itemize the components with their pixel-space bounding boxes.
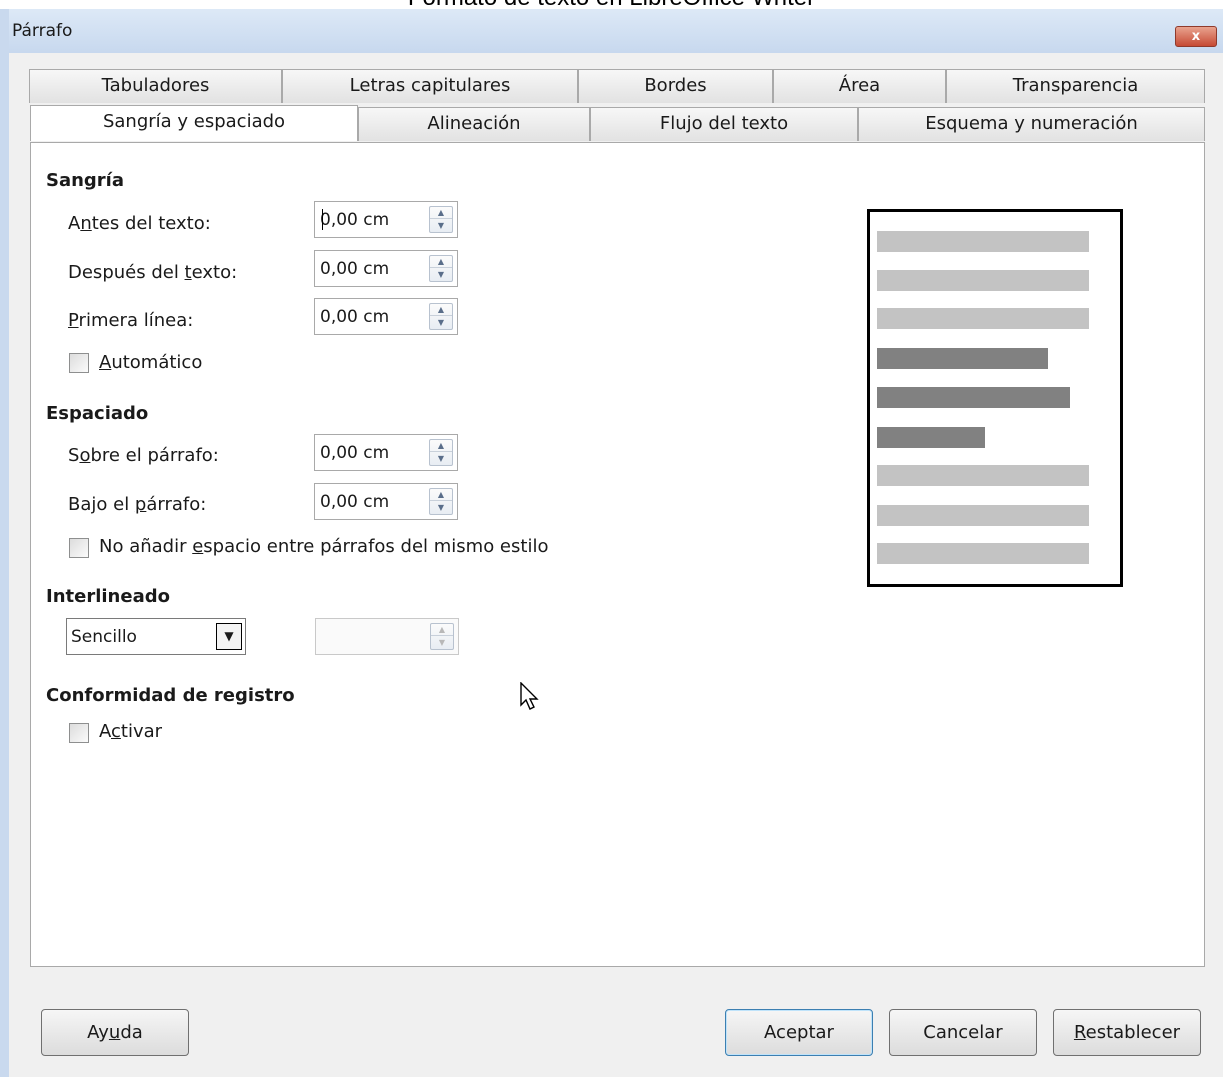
- spin-up-icon[interactable]: ▲: [430, 304, 452, 316]
- register-section-title: Conformidad de registro: [46, 685, 295, 706]
- line-spacing-spinbox: ▲ ▼: [315, 618, 459, 655]
- spin-buttons[interactable]: ▲ ▼: [429, 488, 453, 515]
- no-space-checkbox[interactable]: [69, 538, 89, 558]
- mouse-pointer-icon: [520, 682, 539, 710]
- tab-letras-capitulares[interactable]: Letras capitulares: [282, 69, 578, 103]
- no-space-label[interactable]: No añadir espacio entre párrafos del mis…: [99, 536, 548, 557]
- above-paragraph-label: Sobre el párrafo:: [68, 445, 219, 466]
- after-text-spinbox[interactable]: 0,00 cm ▲ ▼: [314, 250, 458, 287]
- line-spacing-section-title: Interlineado: [46, 586, 170, 607]
- first-line-label: Primera línea:: [68, 310, 194, 331]
- spin-down-icon[interactable]: ▼: [430, 269, 452, 281]
- spin-up-icon[interactable]: ▲: [430, 489, 452, 501]
- after-text-value[interactable]: 0,00 cm: [320, 259, 389, 279]
- below-paragraph-spinbox[interactable]: 0,00 cm ▲ ▼: [314, 483, 458, 520]
- preview-line: [877, 308, 1089, 329]
- automatic-label[interactable]: Automático: [99, 352, 202, 373]
- spacing-section-title: Espaciado: [46, 403, 149, 424]
- spin-down-icon: ▼: [438, 638, 446, 647]
- chevron-down-icon[interactable]: ▼: [216, 623, 242, 650]
- line-spacing-select[interactable]: Sencillo ▼: [66, 618, 246, 655]
- reset-button[interactable]: Restablecer: [1053, 1009, 1201, 1056]
- below-paragraph-label: Bajo el párrafo:: [68, 494, 207, 515]
- spin-buttons[interactable]: ▲ ▼: [429, 206, 453, 233]
- text-caret: [322, 209, 323, 230]
- tab-panel: Sangría Antes del texto: 0,00 cm ▲ ▼ Desp…: [30, 142, 1205, 967]
- first-line-spinbox[interactable]: 0,00 cm ▲ ▼: [314, 298, 458, 335]
- spin-buttons[interactable]: ▲ ▼: [429, 303, 453, 330]
- tab-sangria-y-espaciado[interactable]: Sangría y espaciado: [30, 105, 358, 141]
- spin-up-icon[interactable]: ▲: [430, 440, 452, 452]
- preview-line: [877, 270, 1089, 291]
- before-text-spinbox[interactable]: 0,00 cm ▲ ▼: [314, 201, 458, 238]
- paragraph-dialog: Párrafo x Tabuladores Letras capitulares…: [0, 9, 1223, 1077]
- spin-up-icon: ▲: [431, 624, 453, 636]
- tab-bordes[interactable]: Bordes: [578, 69, 773, 103]
- dialog-title: Párrafo: [12, 21, 73, 41]
- cancel-button[interactable]: Cancelar: [889, 1009, 1037, 1056]
- above-paragraph-value[interactable]: 0,00 cm: [320, 443, 389, 463]
- preview-line: [877, 465, 1089, 486]
- above-paragraph-spinbox[interactable]: 0,00 cm ▲ ▼: [314, 434, 458, 471]
- line-spacing-value: Sencillo: [71, 627, 137, 647]
- first-line-value[interactable]: 0,00 cm: [320, 307, 389, 327]
- spin-buttons: ▲ ▼: [430, 623, 454, 650]
- tab-area[interactable]: Área: [773, 69, 946, 103]
- ok-button[interactable]: Aceptar: [725, 1009, 873, 1056]
- spin-buttons[interactable]: ▲ ▼: [429, 255, 453, 282]
- tab-transparencia[interactable]: Transparencia: [946, 69, 1205, 103]
- preview-line: [877, 231, 1089, 252]
- paragraph-preview: [867, 209, 1123, 587]
- before-text-label: Antes del texto:: [68, 213, 211, 234]
- spin-down-icon[interactable]: ▼: [430, 317, 452, 329]
- help-button[interactable]: Ayuda: [41, 1009, 189, 1056]
- indent-section-title: Sangría: [46, 170, 125, 191]
- spin-down-icon[interactable]: ▼: [430, 453, 452, 465]
- spin-down-icon[interactable]: ▼: [430, 220, 452, 232]
- close-button[interactable]: x: [1175, 26, 1217, 47]
- below-paragraph-value[interactable]: 0,00 cm: [320, 492, 389, 512]
- after-text-label: Después del texto:: [68, 262, 238, 283]
- automatic-checkbox[interactable]: [69, 353, 89, 373]
- preview-line: [877, 543, 1089, 564]
- spin-down-icon[interactable]: ▼: [430, 502, 452, 514]
- activate-checkbox[interactable]: [69, 723, 89, 743]
- spin-up-icon[interactable]: ▲: [430, 207, 452, 219]
- preview-line-current: [877, 427, 985, 448]
- preview-line: [877, 505, 1089, 526]
- spin-buttons[interactable]: ▲ ▼: [429, 439, 453, 466]
- close-icon: x: [1191, 29, 1201, 44]
- tab-esquema-y-numeracion[interactable]: Esquema y numeración: [858, 107, 1205, 141]
- tab-flujo-del-texto[interactable]: Flujo del texto: [590, 107, 858, 141]
- tab-tabuladores[interactable]: Tabuladores: [29, 69, 282, 103]
- title-bar: Párrafo x: [9, 9, 1223, 53]
- activate-label[interactable]: Activar: [99, 721, 162, 742]
- preview-line-current: [877, 387, 1070, 408]
- preview-line-current: [877, 348, 1048, 369]
- tab-alineacion[interactable]: Alineación: [358, 107, 590, 141]
- spin-up-icon[interactable]: ▲: [430, 256, 452, 268]
- before-text-value[interactable]: 0,00 cm: [320, 210, 389, 230]
